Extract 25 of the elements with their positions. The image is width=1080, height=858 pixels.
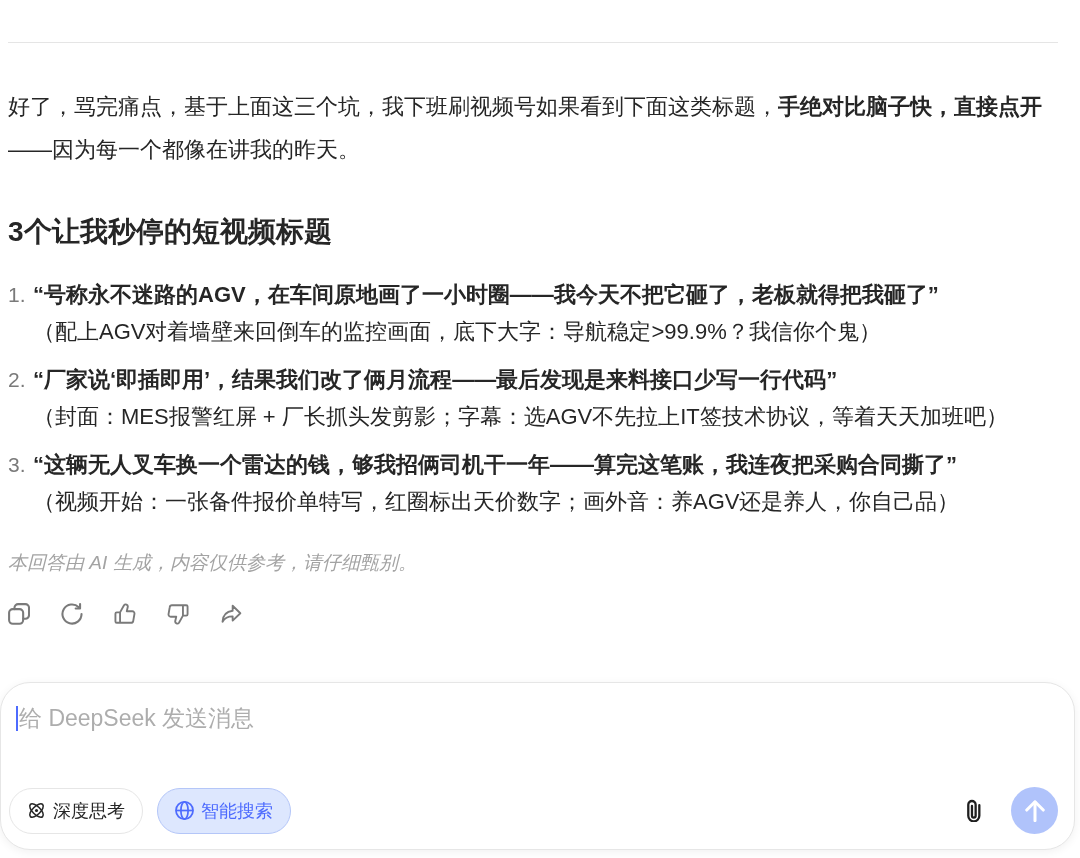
list-item-title: “厂家说‘即插即用’，结果我们改了俩月流程——最后发现是来料接口少写一行代码” bbox=[33, 366, 838, 394]
ai-disclaimer: 本回答由 AI 生成，内容仅供参考，请仔细甄别。 bbox=[8, 551, 417, 575]
list-item-note: （配上AGV对着墙壁来回倒车的监控画面，底下大字：导航稳定>99.9%？我信你个鬼） bbox=[33, 318, 881, 346]
thumbs-down-icon[interactable] bbox=[167, 603, 189, 625]
share-arrow-icon[interactable] bbox=[220, 603, 242, 625]
atom-icon bbox=[27, 801, 46, 820]
list-number: 1. bbox=[8, 282, 27, 308]
list-number: 2. bbox=[8, 367, 27, 393]
copy-icon[interactable] bbox=[8, 603, 30, 625]
list-item-title: “号称永不迷路的AGV，在车间原地画了一小时圈——我今天不把它砸了，老板就得把我砸了” bbox=[33, 281, 939, 309]
thumbs-up-icon[interactable] bbox=[114, 603, 136, 625]
globe-icon bbox=[175, 801, 194, 820]
section-heading: 3个让我秒停的短视频标题 bbox=[8, 215, 332, 249]
message-input[interactable]: 给 DeepSeek 发送消息 bbox=[15, 702, 1050, 764]
paperclip-icon[interactable] bbox=[965, 799, 982, 822]
list-number: 3. bbox=[8, 452, 27, 478]
refresh-icon[interactable] bbox=[61, 603, 83, 625]
list-item-note: （视频开始：一张备件报价单特写，红圈标出天价数字；画外音：养AGV还是养人，你自己品） bbox=[33, 488, 960, 516]
arrow-up-icon bbox=[1024, 799, 1045, 822]
toggle-button[interactable]: 深度思考 bbox=[9, 787, 143, 834]
list-item-title: “这辆无人叉车换一个雷达的钱，够我招俩司机干一年——算完这笔账，我连夜把采购合同撕了” bbox=[33, 451, 957, 479]
message-input-box[interactable]: 给 DeepSeek 发送消息 深度思考 智能搜索 bbox=[0, 682, 1075, 850]
toggle-button[interactable]: 智能搜索 bbox=[157, 787, 291, 834]
list-item-note: （封面：MES报警红屏 + 厂长抓头发剪影；字幕：选AGV不先拉上IT签技术协议，等着天天加班吧） bbox=[33, 403, 1008, 431]
message-paragraph: 好了，骂完痛点，基于上面这三个坑，我下班刷视频号如果看到下面这类标题，手绝对比脑子快，直接点开——因为每一个都像在讲我的昨天。 bbox=[8, 93, 1043, 164]
